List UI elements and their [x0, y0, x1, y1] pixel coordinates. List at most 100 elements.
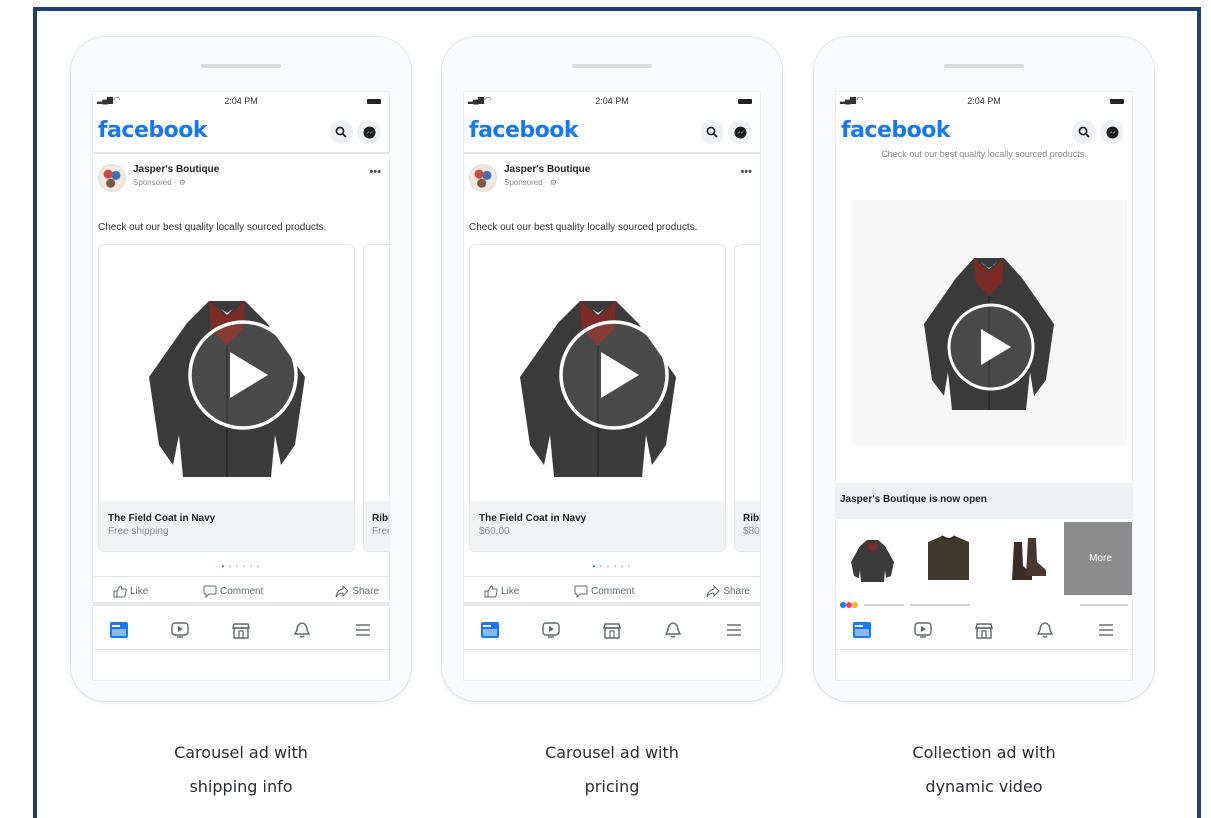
tab-marketplace[interactable] [601, 620, 623, 640]
sponsored-label: Sponsored · ⚙ [133, 178, 186, 187]
carousel-dots: • • • • • • [592, 562, 632, 571]
post-actions: Like Comment Share [464, 576, 760, 606]
card-subtitle: Free [372, 526, 389, 537]
home-tab-icon [110, 622, 128, 638]
tab-marketplace[interactable] [973, 620, 995, 640]
phone-screen: ▂▄▆ ◠ 2:04 PM facebook Jasper's Boutique… [92, 91, 390, 681]
comment-button[interactable]: Comment [203, 585, 263, 598]
carousel-card[interactable]: The Field Coat in Navy Free shipping [98, 244, 355, 552]
status-bar: ▂▄▆ ◠ 2:04 PM [93, 92, 389, 114]
tab-home[interactable] [479, 620, 501, 640]
card-subtitle: Free shipping [108, 526, 169, 537]
share-label: Share [723, 586, 750, 597]
tab-menu[interactable] [352, 620, 374, 640]
carousel-card[interactable]: The Field Coat in Navy $60.00 [469, 244, 726, 552]
post-header: Jasper's Boutique Sponsored · ⚙ ••• [93, 162, 389, 202]
facebook-logo[interactable]: facebook [841, 118, 951, 143]
caption-line-2: dynamic video [925, 777, 1043, 796]
tab-watch[interactable] [169, 620, 191, 640]
boots-thumb-image [1012, 538, 1046, 580]
facebook-header: facebook [464, 112, 760, 154]
card-price: $60.00 [479, 526, 510, 537]
search-button[interactable] [700, 120, 724, 144]
share-label: Share [352, 586, 379, 597]
messenger-button[interactable] [728, 120, 752, 144]
caption-collection-video: Collection ad with dynamic video [814, 736, 1154, 804]
collection-title-bar: Jasper's Boutique is now open [836, 483, 1132, 519]
tab-notifications[interactable] [662, 620, 684, 640]
watch-tab-icon [914, 622, 932, 638]
comment-icon [574, 585, 588, 598]
collection-item-coat[interactable] [836, 522, 909, 595]
messenger-icon [1106, 126, 1118, 138]
page-avatar[interactable] [469, 164, 497, 192]
share-button[interactable]: Share [335, 585, 379, 598]
status-bar: ▂▄▆ ◠ 2:04 PM [836, 92, 1132, 114]
bottom-tab-bar [464, 612, 760, 650]
page-name[interactable]: Jasper's Boutique [133, 164, 219, 175]
product-video[interactable] [99, 245, 354, 501]
battery-icon [367, 99, 381, 104]
share-button[interactable]: Share [706, 585, 750, 598]
comment-button[interactable]: Comment [574, 585, 634, 598]
facebook-logo[interactable]: facebook [469, 118, 579, 143]
card-footer: The Field Coat in Navy Free shipping [99, 501, 354, 551]
share-icon [335, 585, 350, 598]
notifications-tab-icon [664, 622, 682, 638]
more-options-icon[interactable]: ••• [740, 166, 752, 178]
more-options-icon[interactable]: ••• [369, 166, 381, 178]
collection-more-button[interactable]: More [1064, 522, 1132, 595]
play-icon[interactable] [187, 319, 299, 431]
play-icon[interactable] [558, 319, 670, 431]
facebook-header: facebook [93, 112, 389, 154]
page-avatar[interactable] [98, 164, 126, 192]
tab-notifications[interactable] [291, 620, 313, 640]
like-icon [113, 585, 127, 598]
post-header: Jasper's Boutique Sponsored · ⚙ ••• [464, 162, 760, 202]
marketplace-tab-icon [232, 623, 250, 639]
battery-icon [1110, 99, 1124, 104]
coat-thumb-image [851, 540, 894, 582]
messenger-button[interactable] [1100, 120, 1124, 144]
like-label: Like [130, 586, 149, 597]
like-button[interactable]: Like [484, 585, 519, 598]
play-icon[interactable] [946, 302, 1036, 392]
messenger-icon [734, 126, 746, 138]
facebook-logo[interactable]: facebook [98, 118, 208, 143]
page-name[interactable]: Jasper's Boutique [504, 164, 590, 175]
post-text-cut: Check out our best quality locally sourc… [881, 150, 1087, 159]
messenger-button[interactable] [357, 120, 381, 144]
search-button[interactable] [329, 120, 353, 144]
carousel-card-next[interactable]: Ribl Free [363, 244, 389, 552]
battery-icon [738, 99, 752, 104]
tab-home[interactable] [108, 620, 130, 640]
card-footer: The Field Coat in Navy $60.00 [470, 501, 725, 551]
carousel-card-next[interactable]: Ribl $80 [734, 244, 761, 552]
card-title: Ribl [743, 513, 761, 524]
comment-icon [203, 585, 217, 598]
product-video[interactable] [470, 245, 725, 501]
tab-home[interactable] [851, 620, 873, 640]
tab-marketplace[interactable] [230, 620, 252, 640]
comment-label: Comment [220, 586, 264, 597]
tab-notifications[interactable] [1034, 620, 1056, 640]
caption-line-2: pricing [584, 777, 640, 796]
tab-watch[interactable] [912, 620, 934, 640]
like-button[interactable]: Like [113, 585, 148, 598]
watch-tab-icon [542, 622, 560, 638]
collection-item-boots[interactable] [988, 522, 1061, 595]
phone-mockup-carousel-shipping: ▂▄▆ ◠ 2:04 PM facebook Jasper's Boutique… [71, 37, 411, 701]
caption-carousel-shipping: Carousel ad with shipping info [71, 736, 411, 804]
search-icon [706, 126, 718, 138]
tab-menu[interactable] [1095, 620, 1117, 640]
caption-line-1: Collection ad with [912, 743, 1056, 762]
tab-watch[interactable] [540, 620, 562, 640]
tab-menu[interactable] [723, 620, 745, 640]
collection-video[interactable] [852, 200, 1127, 446]
search-button[interactable] [1072, 120, 1096, 144]
home-tab-icon [853, 622, 871, 638]
like-icon [484, 585, 498, 598]
bottom-tab-bar [93, 612, 389, 650]
card-price: $80 [743, 526, 760, 537]
collection-item-sweater[interactable] [912, 522, 985, 595]
